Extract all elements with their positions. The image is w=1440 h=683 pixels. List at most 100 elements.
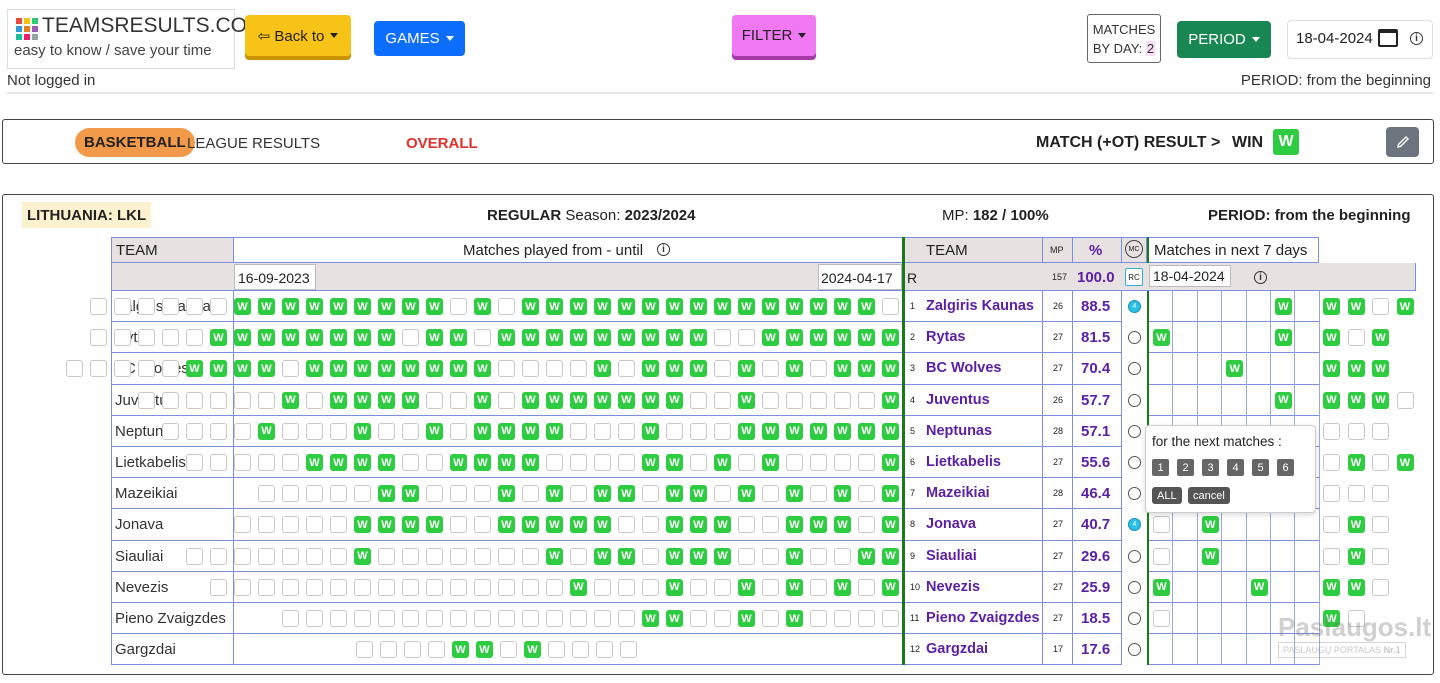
result-box bbox=[234, 516, 251, 534]
win-box: W bbox=[762, 454, 779, 471]
win-box: W bbox=[834, 329, 851, 347]
period-button[interactable]: PERIOD bbox=[1177, 21, 1271, 58]
from-date-input[interactable]: 16-09-2023 bbox=[234, 264, 316, 290]
filter-button[interactable]: FILTER bbox=[732, 15, 816, 56]
win-box: W bbox=[714, 454, 731, 471]
rank: 7 bbox=[910, 488, 916, 499]
popup-number-3[interactable]: 3 bbox=[1202, 459, 1219, 476]
result-box bbox=[690, 422, 707, 440]
result-box bbox=[354, 578, 371, 596]
mc-radio[interactable] bbox=[1128, 424, 1141, 438]
next-date-input[interactable]: 18-04-2024 bbox=[1149, 265, 1231, 287]
next-matches-popup: for the next matches : 123456 ALL cancel bbox=[1145, 425, 1316, 513]
win-box: W bbox=[426, 422, 443, 440]
team-name[interactable]: Gargzdai bbox=[115, 641, 176, 658]
next-day-cell bbox=[1271, 509, 1296, 541]
sport-badge[interactable]: BASKETBALL bbox=[75, 128, 195, 157]
rc-header-label[interactable]: RC bbox=[1125, 268, 1143, 286]
win-box: W bbox=[546, 298, 563, 315]
win-box: W bbox=[354, 298, 371, 315]
date-picker[interactable]: 18-04-2024 i bbox=[1287, 20, 1433, 59]
mc-radio[interactable] bbox=[1128, 549, 1141, 563]
result-box bbox=[138, 329, 155, 347]
result-box bbox=[642, 485, 659, 503]
edit-button[interactable] bbox=[1386, 127, 1419, 157]
win-box: W bbox=[402, 298, 419, 315]
games-button[interactable]: GAMES bbox=[374, 21, 465, 56]
league-name[interactable]: LITHUANIA: LKL bbox=[22, 202, 152, 228]
team-name[interactable]: Mazeikiai bbox=[115, 485, 178, 502]
team-name[interactable]: Jonava bbox=[115, 516, 163, 533]
result-box bbox=[138, 391, 155, 409]
rank: 11 bbox=[910, 613, 920, 623]
period-text: PERIOD: from the beginning bbox=[1240, 72, 1431, 89]
ranking-team-name[interactable]: Jonava bbox=[926, 516, 976, 532]
mc-radio[interactable] bbox=[1128, 393, 1141, 407]
result-box bbox=[500, 641, 517, 659]
next-empty-box bbox=[1153, 547, 1170, 565]
date-value[interactable]: 18-04-2024 bbox=[1296, 30, 1373, 47]
next-day-cell bbox=[1173, 322, 1198, 354]
ranking-team-name[interactable]: Siauliai bbox=[926, 548, 977, 564]
popup-number-6[interactable]: 6 bbox=[1277, 459, 1294, 476]
ranking-team-name[interactable]: Pieno Zvaigzdes bbox=[926, 610, 1040, 626]
popup-number-5[interactable]: 5 bbox=[1252, 459, 1269, 476]
next-right-win-box: W bbox=[1347, 547, 1365, 565]
result-box bbox=[666, 422, 683, 440]
result-box bbox=[642, 516, 659, 534]
result-box bbox=[618, 610, 635, 627]
ranking-team-name[interactable]: Mazeikiai bbox=[926, 485, 990, 501]
pct-value: 88.5 bbox=[1081, 298, 1111, 315]
info-icon[interactable]: i bbox=[657, 243, 670, 256]
next-day-cell bbox=[1197, 353, 1223, 385]
result-box bbox=[186, 454, 203, 471]
ranking-team-name[interactable]: Gargzdai bbox=[926, 641, 988, 657]
overall-label[interactable]: OVERALL bbox=[406, 135, 478, 152]
ranking-team-name[interactable]: Neptunas bbox=[926, 423, 992, 439]
matches-played-label: Matches played from - until bbox=[463, 242, 644, 259]
result-box bbox=[426, 485, 443, 503]
popup-number-4[interactable]: 4 bbox=[1227, 459, 1244, 476]
result-box bbox=[620, 641, 637, 659]
popup-number-2[interactable]: 2 bbox=[1177, 459, 1194, 476]
info-icon[interactable]: i bbox=[1254, 271, 1267, 284]
next-day-cell bbox=[1271, 540, 1296, 572]
team-name[interactable]: Pieno Zvaigzdes bbox=[115, 610, 226, 627]
next-win-box: W bbox=[1275, 391, 1292, 409]
ranking-team-name[interactable]: Zalgiris Kaunas bbox=[926, 298, 1034, 314]
ranking-team-name[interactable]: Lietkabelis bbox=[926, 454, 1001, 470]
mc-radio[interactable] bbox=[1128, 612, 1141, 625]
back-to-button[interactable]: ⇦ Back to bbox=[245, 15, 351, 56]
popup-all-button[interactable]: ALL bbox=[1152, 487, 1182, 504]
win-box: W bbox=[618, 391, 635, 409]
next-right-win-box: W bbox=[1347, 360, 1365, 378]
mc-marker[interactable]: 4 bbox=[1128, 300, 1141, 313]
result-box bbox=[762, 485, 779, 503]
site-logo[interactable]: TEAMSRESULTS.COM easy to know / save you… bbox=[7, 9, 264, 69]
team-name[interactable]: Siauliai bbox=[115, 548, 163, 565]
next-right-box bbox=[1372, 547, 1389, 565]
matches-by-day-button[interactable]: MATCHES BY DAY: 2 bbox=[1087, 14, 1161, 63]
result-box bbox=[378, 610, 395, 627]
popup-cancel-button[interactable]: cancel bbox=[1188, 487, 1230, 504]
calendar-icon[interactable] bbox=[1378, 29, 1398, 47]
ranking-team-name[interactable]: Juventus bbox=[926, 392, 990, 408]
ranking-team-name[interactable]: Rytas bbox=[926, 329, 966, 345]
info-icon[interactable]: i bbox=[1410, 32, 1423, 45]
ranking-team-name[interactable]: Nevezis bbox=[926, 579, 980, 595]
mc-radio[interactable] bbox=[1128, 456, 1141, 469]
result-box bbox=[306, 578, 323, 596]
result-box bbox=[90, 360, 107, 378]
team-name[interactable]: Lietkabelis bbox=[115, 454, 186, 471]
win-box: W bbox=[738, 610, 755, 627]
pct-value: 57.1 bbox=[1081, 422, 1111, 440]
ranking-team-name[interactable]: BC Wolves bbox=[926, 360, 1001, 376]
result-box bbox=[306, 422, 323, 440]
next-day-cell bbox=[1173, 540, 1198, 572]
popup-number-1[interactable]: 1 bbox=[1152, 459, 1169, 476]
win-box: W bbox=[426, 329, 443, 347]
mc-radio[interactable] bbox=[1128, 580, 1141, 594]
until-date-input[interactable]: 2024-04-17 bbox=[818, 264, 902, 290]
team-name[interactable]: Nevezis bbox=[115, 579, 168, 596]
next-day-cell bbox=[1295, 509, 1320, 541]
